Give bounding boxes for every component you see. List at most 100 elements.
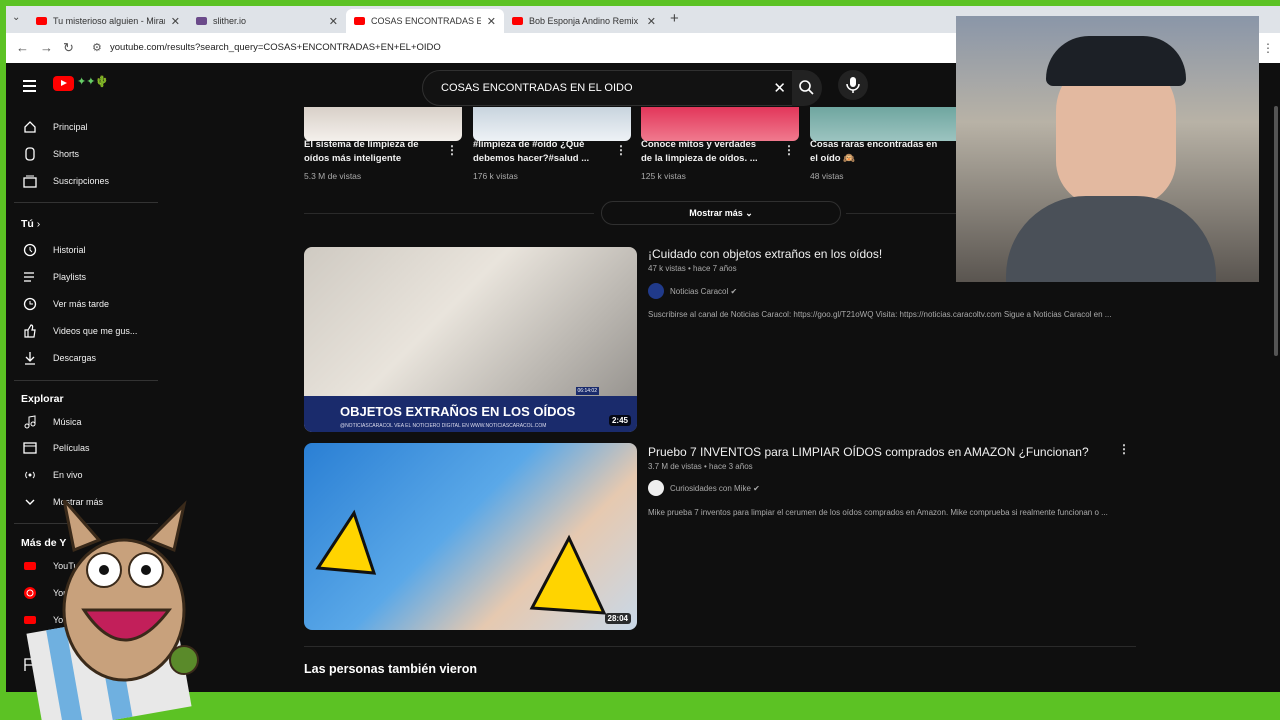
home-icon xyxy=(23,120,37,134)
video-title[interactable]: Pruebo 7 INVENTOS para LIMPIAR OÍDOS com… xyxy=(648,445,1089,459)
close-tab-icon[interactable]: ✕ xyxy=(487,15,496,28)
browser-menu-icon[interactable]: ⋮ xyxy=(1262,41,1274,55)
youtube-icon xyxy=(36,17,47,25)
shelf-views: 125 k vistas xyxy=(641,171,686,181)
more-options-icon[interactable]: ⋮ xyxy=(615,143,627,157)
divider xyxy=(304,646,1136,647)
shelf-thumbnail[interactable] xyxy=(641,107,799,141)
show-more-button[interactable]: Mostrar más ⌄ xyxy=(601,201,841,225)
subscriptions-icon xyxy=(23,174,37,188)
verified-icon: ✔ xyxy=(730,286,738,296)
divider xyxy=(14,380,158,381)
shelf-video-title[interactable]: #limpieza de #oido ¿Qué debemos hacer?#sa… xyxy=(473,138,589,166)
youtube-icon xyxy=(512,17,523,25)
shelf-video-title[interactable]: Conoce mitos y verdades de la limpieza de… xyxy=(641,138,758,166)
more-options-icon[interactable]: ⋮ xyxy=(783,143,795,157)
site-info-icon[interactable]: ⚙ xyxy=(92,41,102,54)
video-description: Suscribirse al canal de Noticias Caracol… xyxy=(648,310,1112,319)
verified-icon: ✔ xyxy=(753,483,760,493)
close-tab-icon[interactable]: ✕ xyxy=(329,15,338,28)
channel-link[interactable]: Curiosidades con Mike ✔ xyxy=(648,480,760,496)
tab-3-active[interactable]: COSAS ENCONTRADAS EN ✕ xyxy=(346,9,504,33)
more-options-icon[interactable]: ⋮ xyxy=(446,143,458,157)
chevron-down-icon: ⌄ xyxy=(745,207,753,218)
playlist-icon xyxy=(23,270,37,284)
warning-icon xyxy=(315,509,607,615)
reload-icon[interactable]: ↻ xyxy=(63,40,74,56)
shelf-thumbnail[interactable] xyxy=(473,107,631,141)
video-thumbnail[interactable]: OBJETOS EXTRAÑOS EN LOS OÍDOS @NOTICIASC… xyxy=(304,247,637,432)
forward-arrow-icon[interactable]: → xyxy=(40,40,53,55)
video-meta: 47 k vistas • hace 7 años xyxy=(648,264,737,273)
voice-search-button[interactable] xyxy=(838,70,868,100)
music-icon xyxy=(23,415,37,429)
back-arrow-icon[interactable]: ← xyxy=(16,40,29,55)
divider xyxy=(14,202,158,203)
search-input[interactable]: COSAS ENCONTRADAS EN EL OIDO xyxy=(441,82,633,94)
tab-1[interactable]: Tu misterioso alguien - Mirand ✕ xyxy=(28,9,188,33)
shelf-views: 5.3 M de vistas xyxy=(304,171,362,181)
live-icon xyxy=(23,468,37,482)
new-tab-button[interactable]: + xyxy=(670,10,679,27)
more-options-icon[interactable]: ⋮ xyxy=(1118,442,1130,456)
sidebar-item-peliculas[interactable]: Películas xyxy=(6,435,166,461)
close-tab-icon[interactable]: ✕ xyxy=(647,15,656,28)
youtube-icon xyxy=(354,17,365,25)
divider xyxy=(304,213,594,214)
sidebar-item-descargas[interactable]: Descargas xyxy=(6,345,166,371)
shelf-views: 48 vistas xyxy=(810,171,844,181)
sidebar-item-suscripciones[interactable]: Suscripciones xyxy=(6,168,166,194)
shelf-video-title[interactable]: El sistema de limpieza de oídos más intel… xyxy=(304,138,419,166)
history-icon xyxy=(23,243,37,257)
shelf-thumbnail[interactable] xyxy=(304,107,462,141)
thumbnail-caption: OBJETOS EXTRAÑOS EN LOS OÍDOS xyxy=(340,404,576,419)
search-icon xyxy=(799,80,814,95)
shelf-views: 176 k vistas xyxy=(473,171,518,181)
video-thumbnail[interactable]: 28:04 xyxy=(304,443,637,630)
scrollbar[interactable] xyxy=(1274,106,1278,356)
tab-search-icon[interactable]: ⌄ xyxy=(12,12,20,23)
microphone-icon xyxy=(846,77,860,93)
thumbnail-clock: 06:14:02 xyxy=(575,387,599,395)
shelf-video-title[interactable]: Cosas raras encontradas en el oído 🙉 xyxy=(810,138,937,166)
webcam-overlay xyxy=(956,16,1259,282)
video-description: Mike prueba 7 inventos para limpiar el c… xyxy=(648,508,1108,517)
url-field[interactable]: youtube.com/results?search_query=COSAS+E… xyxy=(110,42,441,53)
download-icon xyxy=(23,351,37,365)
mascot-sticker xyxy=(24,494,214,720)
tab-4[interactable]: Bob Esponja Andino Remix - Tik ✕ xyxy=(504,9,664,33)
sidebar-item-historial[interactable]: Historial xyxy=(6,237,166,263)
sidebar-item-playlists[interactable]: Playlists xyxy=(6,264,166,290)
shelf-thumbnail[interactable] xyxy=(810,107,962,141)
clear-icon[interactable]: ✕ xyxy=(773,79,786,97)
duration-badge: 2:45 xyxy=(608,415,631,426)
sidebar-item-en-vivo[interactable]: En vivo xyxy=(6,462,166,488)
video-meta: 3.7 M de vistas • hace 3 años xyxy=(648,462,753,471)
video-title[interactable]: ¡Cuidado con objetos extraños en los oíd… xyxy=(648,247,882,261)
film-icon xyxy=(23,441,37,455)
logo-doodle-icon: ✦✦🌵 xyxy=(77,76,110,88)
channel-link[interactable]: Noticias Caracol ✔ xyxy=(648,283,737,299)
tab-2[interactable]: slither.io ✕ xyxy=(188,9,346,33)
search-button[interactable] xyxy=(792,70,822,106)
avatar xyxy=(648,480,664,496)
sidebar-item-shorts[interactable]: Shorts xyxy=(6,141,166,167)
explore-heading: Explorar xyxy=(21,393,64,405)
sidebar-item-liked[interactable]: Videos que me gus... xyxy=(6,318,166,344)
thumbs-up-icon xyxy=(23,324,37,338)
shorts-icon xyxy=(23,147,37,161)
avatar xyxy=(648,283,664,299)
close-tab-icon[interactable]: ✕ xyxy=(171,15,180,28)
slither-icon xyxy=(196,17,207,25)
menu-icon[interactable] xyxy=(23,80,36,95)
you-heading[interactable]: Tú › xyxy=(21,218,40,230)
section-title: Las personas también vieron xyxy=(304,662,477,676)
sidebar-item-musica[interactable]: Música xyxy=(6,409,166,435)
clock-icon xyxy=(23,297,37,311)
duration-badge: 28:04 xyxy=(604,613,631,624)
sidebar-item-principal[interactable]: Principal xyxy=(6,114,166,140)
sidebar-item-watch-later[interactable]: Ver más tarde xyxy=(6,291,166,317)
youtube-logo[interactable] xyxy=(53,76,74,91)
search-box[interactable]: COSAS ENCONTRADAS EN EL OIDO ✕ xyxy=(422,70,793,106)
thumbnail-subcaption: @NOTICIASCARACOL VEA EL NOTICIERO DIGITA… xyxy=(340,423,547,429)
